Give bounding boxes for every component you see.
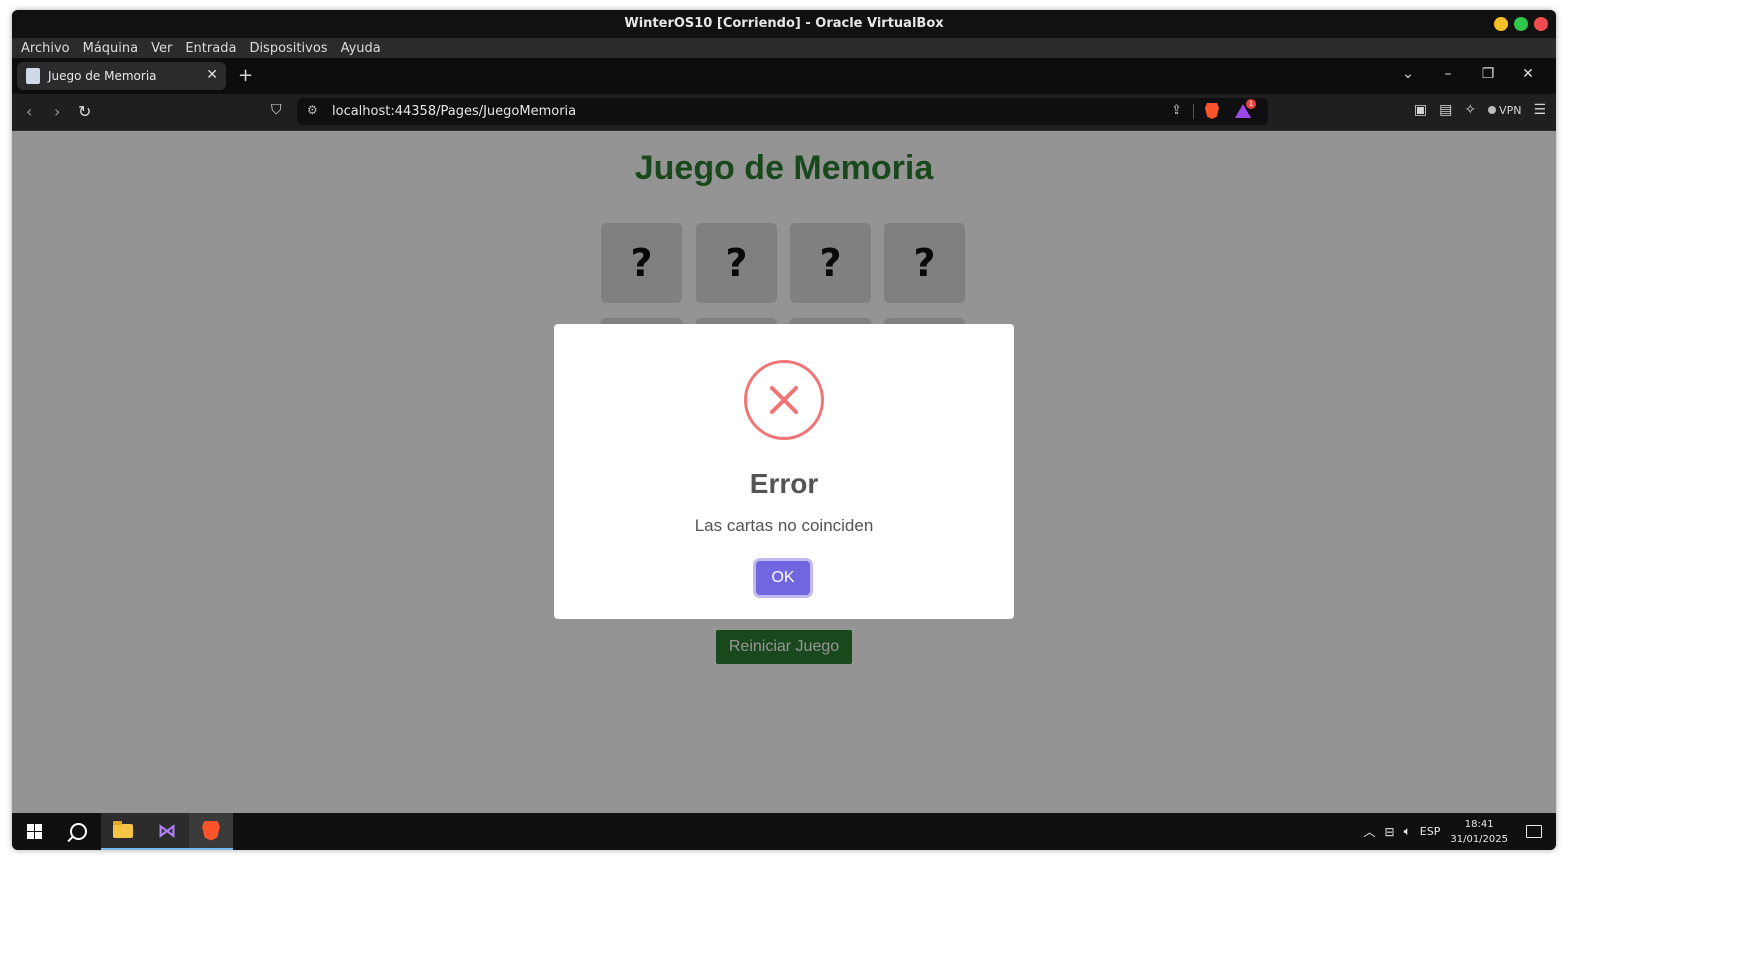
- language-indicator[interactable]: ESP: [1420, 825, 1441, 838]
- brave-shields-icon[interactable]: [1205, 103, 1219, 119]
- volume-icon[interactable]: 🔈︎: [1404, 824, 1411, 839]
- new-tab-icon[interactable]: +: [238, 65, 253, 86]
- search-button[interactable]: [56, 813, 100, 850]
- leo-ai-icon[interactable]: ✧: [1464, 102, 1476, 118]
- restore-icon[interactable]: ❐: [1468, 66, 1508, 82]
- page-favicon-icon: [26, 68, 40, 84]
- dialog-title: Error: [749, 468, 819, 499]
- vpn-status-icon: [1488, 106, 1497, 114]
- windows-start-icon: [26, 824, 42, 839]
- bookmark-icon[interactable]: ⛉: [271, 102, 282, 118]
- tab-title: Juego de Memoria: [48, 69, 157, 83]
- taskbar-visual-studio[interactable]: ⋈: [145, 813, 189, 850]
- toolbar-right: ▣ ▤ ✧ VPN ☰: [1414, 102, 1546, 118]
- virtualbox-window: WinterOS10 [Corriendo] - Oracle VirtualB…: [12, 10, 1556, 850]
- menu-hamburger-icon[interactable]: ☰: [1533, 102, 1546, 118]
- tray-overflow-chevron-icon[interactable]: ︿: [1364, 823, 1376, 840]
- minimize-icon[interactable]: –: [1428, 66, 1468, 82]
- close-dot-button[interactable]: [1534, 17, 1548, 31]
- browser-tab[interactable]: Juego de Memoria ✕: [17, 62, 226, 90]
- site-settings-icon[interactable]: ⚙: [307, 103, 318, 117]
- maximize-dot-button[interactable]: [1514, 17, 1528, 31]
- menu-ayuda[interactable]: Ayuda: [341, 41, 381, 56]
- menu-dispositivos[interactable]: Dispositivos: [249, 41, 327, 56]
- url-text[interactable]: localhost:44358/Pages/JuegoMemoria: [332, 104, 576, 119]
- error-dialog: Error Las cartas no coinciden OK: [554, 324, 1014, 619]
- menu-entrada[interactable]: Entrada: [185, 41, 236, 56]
- notifications-icon[interactable]: [1526, 825, 1542, 838]
- window-title: WinterOS10 [Corriendo] - Oracle VirtualB…: [624, 16, 944, 31]
- tab-search-chevron-icon[interactable]: ⌄: [1388, 66, 1428, 82]
- vbox-menubar: Archivo Máquina Ver Entrada Dispositivos…: [12, 38, 1556, 58]
- system-tray: ︿ ⊟ 🔈︎ ESP 18:41 31/01/2025: [1364, 813, 1557, 850]
- clock-time: 18:41: [1464, 818, 1494, 830]
- back-icon[interactable]: ‹: [26, 102, 32, 121]
- ok-button[interactable]: OK: [756, 561, 810, 595]
- file-explorer-icon: [113, 820, 133, 838]
- vbox-title-bar: WinterOS10 [Corriendo] - Oracle VirtualB…: [12, 10, 1556, 38]
- menu-archivo[interactable]: Archivo: [21, 41, 70, 56]
- browser-window-controls: ⌄ – ❐ ✕: [1388, 66, 1548, 82]
- web-page: Juego de Memoria ? ? ? ? Reiniciar Juego…: [12, 131, 1556, 813]
- reload-icon[interactable]: ↻: [78, 102, 91, 121]
- taskbar-brave[interactable]: [189, 813, 233, 850]
- rewards-badge: 1: [1246, 99, 1256, 109]
- vpn-button[interactable]: VPN: [1488, 104, 1521, 117]
- start-button[interactable]: [12, 813, 56, 850]
- clock-date: 31/01/2025: [1450, 833, 1508, 845]
- url-divider: [1193, 104, 1194, 119]
- brave-browser-icon: [202, 820, 220, 841]
- error-x-icon: [744, 360, 824, 440]
- address-bar[interactable]: ⚙ localhost:44358/Pages/JuegoMemoria ⇪ 1: [297, 98, 1268, 125]
- windows-taskbar: ⋈ ︿ ⊟ 🔈︎ ESP 18:41 31/01/2025: [12, 813, 1556, 850]
- forward-icon[interactable]: ›: [54, 102, 60, 121]
- network-icon[interactable]: ⊟: [1385, 825, 1395, 839]
- taskbar-file-explorer[interactable]: [101, 813, 145, 850]
- browser-toolbar: ‹ › ↻ ⛉ ⚙ localhost:44358/Pages/JuegoMem…: [12, 94, 1556, 131]
- tab-close-icon[interactable]: ✕: [206, 67, 218, 83]
- visual-studio-icon: ⋈: [157, 819, 177, 842]
- clock[interactable]: 18:41 31/01/2025: [1450, 817, 1508, 847]
- browser-tab-bar: Juego de Memoria ✕ + ⌄ – ❐ ✕: [12, 58, 1556, 94]
- close-icon[interactable]: ✕: [1508, 66, 1548, 82]
- search-icon: [69, 823, 87, 840]
- vpn-label: VPN: [1499, 103, 1522, 117]
- share-icon[interactable]: ⇪: [1171, 103, 1182, 118]
- minimize-dot-button[interactable]: [1494, 17, 1508, 31]
- dialog-message: Las cartas no coinciden: [694, 516, 874, 535]
- sidebar-icon[interactable]: ▣: [1414, 102, 1427, 118]
- wallet-icon[interactable]: ▤: [1439, 102, 1452, 118]
- menu-maquina[interactable]: Máquina: [83, 41, 139, 56]
- window-controls: [1494, 17, 1548, 31]
- menu-ver[interactable]: Ver: [151, 41, 172, 56]
